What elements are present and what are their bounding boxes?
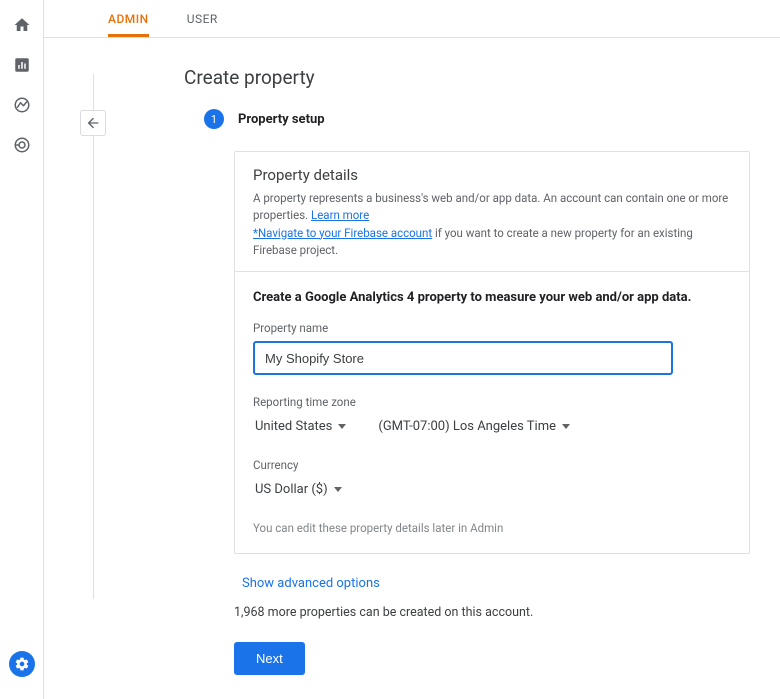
card-header: Property details A property represents a… (235, 152, 749, 272)
edit-later-note: You can edit these property details late… (253, 521, 731, 535)
card-description: A property represents a business's web a… (253, 190, 731, 259)
form-heading: Create a Google Analytics 4 property to … (253, 290, 731, 305)
tab-admin[interactable]: ADMIN (108, 12, 149, 37)
learn-more-link[interactable]: Learn more (311, 208, 369, 222)
card-title: Property details (253, 166, 731, 184)
property-name-input[interactable] (253, 341, 673, 375)
page-title: Create property (184, 66, 760, 89)
next-button[interactable]: Next (234, 642, 305, 675)
reports-icon[interactable] (11, 54, 33, 76)
main-area: ADMIN USER Create property 1 Property se… (44, 0, 780, 699)
content: Create property 1 Property setup Propert… (44, 38, 780, 699)
firebase-link[interactable]: *Navigate to your Firebase account (253, 226, 432, 240)
currency-select[interactable]: US Dollar ($) (253, 478, 731, 501)
home-icon[interactable] (11, 14, 33, 36)
chevron-down-icon (334, 487, 342, 492)
card-content: Create a Google Analytics 4 property to … (235, 272, 749, 553)
chevron-down-icon (338, 424, 346, 429)
timezone-select[interactable]: (GMT-07:00) Los Angeles Time (376, 415, 572, 438)
tab-user[interactable]: USER (187, 12, 218, 37)
currency-value: US Dollar ($) (255, 482, 328, 497)
step-label: Property setup (238, 112, 325, 127)
left-nav-rail (0, 0, 44, 699)
country-value: United States (255, 419, 332, 434)
gear-icon[interactable] (9, 651, 35, 677)
timezone-label: Reporting time zone (253, 395, 731, 409)
back-button[interactable] (80, 110, 106, 136)
country-select[interactable]: United States (253, 415, 348, 438)
tab-bar: ADMIN USER (44, 0, 780, 38)
timezone-field: Reporting time zone United States (GMT-0… (253, 395, 731, 438)
property-name-label: Property name (253, 321, 731, 335)
chevron-down-icon (562, 424, 570, 429)
step-body: Property details A property represents a… (234, 151, 750, 699)
property-name-field: Property name (253, 321, 731, 375)
timezone-value: (GMT-07:00) Los Angeles Time (378, 419, 556, 434)
explore-icon[interactable] (11, 94, 33, 116)
divider (93, 74, 94, 599)
step-number: 1 (204, 109, 224, 129)
property-card: Property details A property represents a… (234, 151, 750, 554)
currency-label: Currency (253, 458, 731, 472)
advertising-icon[interactable] (11, 134, 33, 156)
stepper: 1 Property setup (204, 109, 760, 129)
show-advanced-link[interactable]: Show advanced options (242, 576, 750, 591)
quota-text: 1,968 more properties can be created on … (234, 605, 750, 620)
currency-field: Currency US Dollar ($) (253, 458, 731, 501)
